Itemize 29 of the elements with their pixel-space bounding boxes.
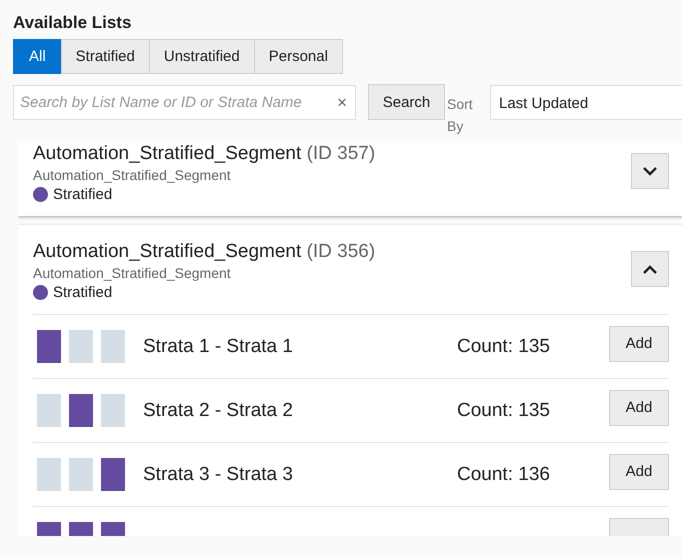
list-subtitle: Automation_Stratified_Segment (33, 167, 232, 183)
type-label: Stratified (53, 186, 112, 203)
add-button[interactable]: Add (609, 390, 669, 426)
type-label: Stratified (53, 284, 112, 301)
strata-count: Count: 135 (457, 400, 551, 422)
strata-name: Strata 1 - Strata 1 (143, 336, 294, 358)
filter-tab[interactable]: All (13, 39, 62, 74)
filter-tab[interactable]: Unstratified (148, 39, 255, 74)
expand-button[interactable] (631, 251, 669, 287)
expand-button[interactable] (631, 153, 669, 189)
page-title: Available Lists (13, 13, 132, 34)
add-button[interactable]: Add (609, 454, 669, 490)
chevron-up-icon (643, 264, 657, 274)
sort-dropdown[interactable]: Last Updated (490, 85, 682, 120)
strata-name: Strata 3 - Strata 3 (143, 464, 294, 486)
search-field[interactable]: Search by List Name or ID or Strata Name × (13, 85, 356, 120)
sort-label: Sort By (447, 95, 474, 136)
add-button[interactable]: Add (609, 326, 669, 362)
filter-tab[interactable]: Stratified (60, 39, 150, 74)
filter-tab[interactable]: Personal (254, 39, 343, 74)
clear-button[interactable]: × (337, 92, 347, 112)
strata-count: Count: 135 (457, 336, 551, 358)
strata-name: Strata 2 - Strata 2 (143, 400, 294, 422)
list-title: Automation_Stratified_Segment (ID 357) (33, 143, 376, 165)
search-button[interactable]: Search (368, 84, 445, 120)
list-title: Automation_Stratified_Segment (ID 356) (33, 241, 376, 263)
chevron-down-icon (643, 166, 657, 176)
list-subtitle: Automation_Stratified_Segment (33, 265, 232, 281)
strata-count: Count: 136 (457, 464, 551, 486)
